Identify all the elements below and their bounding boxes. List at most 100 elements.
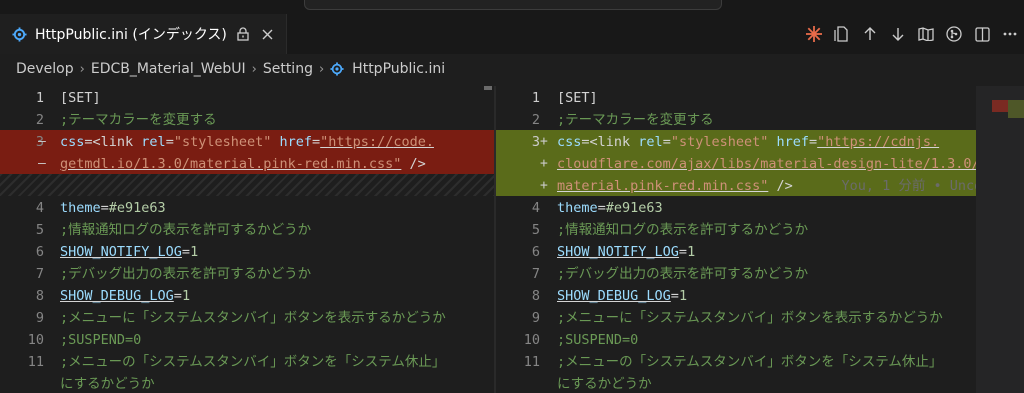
code-text[interactable]: css=<link rel="stylesheet" href="https:/…: [557, 131, 939, 153]
code-text[interactable]: SHOW_NOTIFY_LOG=1: [557, 241, 695, 263]
line-number: 1: [531, 90, 540, 106]
code-text[interactable]: SHOW_DEBUG_LOG=1: [557, 285, 687, 307]
code-line: 1 [SET]: [0, 87, 494, 109]
code-text[interactable]: ;情報通知ログの表示を許可するかどうか: [60, 219, 311, 241]
code-text[interactable]: css=<link rel="stylesheet" href="https:/…: [60, 131, 434, 153]
arrow-down-icon[interactable]: [884, 20, 912, 48]
line-number: 4: [35, 200, 44, 216]
code-text[interactable]: cloudflare.com/ajax/libs/material-design…: [557, 153, 980, 175]
code-text[interactable]: にするかどうか: [557, 373, 652, 393]
code-token: css: [557, 134, 582, 150]
code-token: =: [670, 288, 679, 304]
code-token: cloudflare.com/ajax/libs/material-design…: [557, 156, 923, 172]
line-number: 8: [531, 288, 540, 304]
code-line: 6 SHOW_NOTIFY_LOG=1: [0, 241, 494, 263]
code-token: =<link: [84, 134, 142, 150]
line-number: 1: [35, 90, 44, 106]
code-text[interactable]: getmdl.io/1.3.0/material.pink-red.min.cs…: [60, 153, 426, 175]
close-icon[interactable]: [261, 27, 275, 41]
code-token: SHOW_NOTIFY_LOG: [557, 244, 679, 260]
arrow-up-icon[interactable]: [856, 20, 884, 48]
line-number: 6: [531, 244, 540, 260]
code-text[interactable]: ;メニューの「システムスタンバイ」ボタンを「システム休止」: [60, 351, 445, 373]
code-text[interactable]: material.pink-red.min.css" /> You, 1 分前 …: [557, 175, 999, 197]
title-bar: [0, 0, 1024, 14]
diff-removed-marker: —: [38, 156, 46, 171]
code-line: — getmdl.io/1.3.0/material.pink-red.min.c…: [0, 153, 494, 175]
line-number: 4: [531, 200, 540, 216]
breadcrumb-setting[interactable]: Setting: [263, 61, 313, 77]
code-token: 1: [687, 244, 696, 260]
map-icon[interactable]: [912, 20, 940, 48]
copilot-icon[interactable]: [800, 20, 828, 48]
code-line: 1 [SET]: [496, 87, 1024, 109]
code-text[interactable]: ;デバッグ出力の表示を許可するかどうか: [60, 263, 311, 285]
modified-editor-pane[interactable]: 1 [SET] 2 ;テーマカラーを変更する 3 + css=<link rel="styl…: [496, 86, 1024, 393]
code-token: にするかどうか: [557, 376, 652, 392]
code-text[interactable]: ;情報通知ログの表示を許可するかどうか: [557, 219, 808, 241]
breadcrumb-edcb-material-webui[interactable]: EDCB_Material_WebUI: [91, 61, 246, 77]
code-token: =: [809, 134, 818, 150]
code-text[interactable]: ;メニューの「システムスタンバイ」ボタンを「システム休止」: [557, 351, 942, 373]
code-text[interactable]: theme=#e91e63: [557, 197, 663, 219]
code-token: /1.3.0/: [922, 156, 980, 172]
code-token: #e91e63: [108, 200, 166, 216]
minimap[interactable]: [976, 86, 1024, 393]
command-center[interactable]: [304, 0, 722, 10]
breadcrumb-develop[interactable]: Develop: [16, 61, 74, 77]
code-token: SHOW_NOTIFY_LOG: [60, 244, 182, 260]
code-token: getmdl.io: [60, 156, 134, 172]
diff-added-marker: +: [540, 178, 548, 193]
code-token: =: [181, 244, 191, 260]
editor-actions: [800, 14, 1024, 54]
code-line: 8 SHOW_DEBUG_LOG=1: [0, 285, 494, 307]
code-text[interactable]: SHOW_NOTIFY_LOG=1: [60, 241, 198, 263]
code-text[interactable]: にするかどうか: [60, 373, 155, 393]
more-icon[interactable]: [996, 20, 1024, 48]
code-token: ;メニューの「システムスタンバイ」ボタンを「システム休止」: [60, 354, 446, 370]
code-token: SHOW_DEBUG_LOG: [557, 288, 671, 304]
code-text[interactable]: [SET]: [60, 87, 101, 109]
open-changes-icon[interactable]: [828, 20, 856, 48]
code-line: 11 ;メニューの「システムスタンバイ」ボタンを「システム休止」: [0, 351, 494, 373]
breadcrumb-file-gear-icon: [330, 61, 346, 77]
tab-httppublic-ini[interactable]: HttpPublic.ini (インデックス): [0, 14, 287, 54]
code-text[interactable]: ;SUSPEND=0: [557, 329, 638, 351]
split-editor-icon[interactable]: [968, 20, 996, 48]
lock-icon: [237, 26, 251, 42]
code-token: />: [768, 178, 793, 194]
code-line: 10 ;SUSPEND=0: [496, 329, 1024, 351]
git-icon[interactable]: [940, 20, 968, 48]
code-token: ;メニューに「システムスタンバイ」ボタンを表示するかどうか: [557, 310, 943, 326]
breadcrumb-httppublic-ini[interactable]: HttpPublic.ini: [352, 61, 445, 77]
code-text[interactable]: SHOW_DEBUG_LOG=1: [60, 285, 190, 307]
code-token: ;情報通知ログの表示を許可するかどうか: [557, 222, 809, 238]
code-line: + material.pink-red.min.css" /> You, 1 分前…: [496, 175, 1024, 197]
code-token: =: [100, 200, 109, 216]
code-line: 5 ;情報通知ログの表示を許可するかどうか: [496, 219, 1024, 241]
code-line: 7 ;デバッグ出力の表示を許可するかどうか: [496, 263, 1024, 285]
code-token: />: [401, 156, 426, 172]
code-text[interactable]: ;メニューに「システムスタンバイ」ボタンを表示するかどうか: [60, 307, 446, 329]
code-text[interactable]: ;デバッグ出力の表示を許可するかどうか: [557, 263, 808, 285]
line-number: 6: [35, 244, 44, 260]
code-token: =: [597, 200, 606, 216]
code-text[interactable]: ;テーマカラーを変更する: [60, 109, 217, 131]
code-token: =: [312, 134, 321, 150]
tab-title: HttpPublic.ini (インデックス): [35, 27, 227, 43]
minimap-insertion-marker: [1008, 100, 1024, 118]
code-token: href: [279, 134, 313, 150]
code-text[interactable]: ;テーマカラーを変更する: [557, 109, 714, 131]
code-text[interactable]: ;メニューに「システムスタンバイ」ボタンを表示するかどうか: [557, 307, 943, 329]
original-editor-pane[interactable]: 1 [SET] 2 ;テーマカラーを変更する 3— css=<link rel="styl…: [0, 86, 494, 393]
code-text[interactable]: ;SUSPEND=0: [60, 329, 141, 351]
code-token: =<link: [581, 134, 639, 150]
code-token: [SET]: [557, 90, 598, 106]
code-token: /1.3.0/material.pink-red.min.css": [133, 156, 402, 172]
code-token: =: [173, 288, 182, 304]
code-text[interactable]: theme=#e91e63: [60, 197, 166, 219]
code-text[interactable]: [SET]: [557, 87, 598, 109]
minimap-deletion-marker: [992, 100, 1008, 112]
code-token: にするかどうか: [60, 376, 155, 392]
